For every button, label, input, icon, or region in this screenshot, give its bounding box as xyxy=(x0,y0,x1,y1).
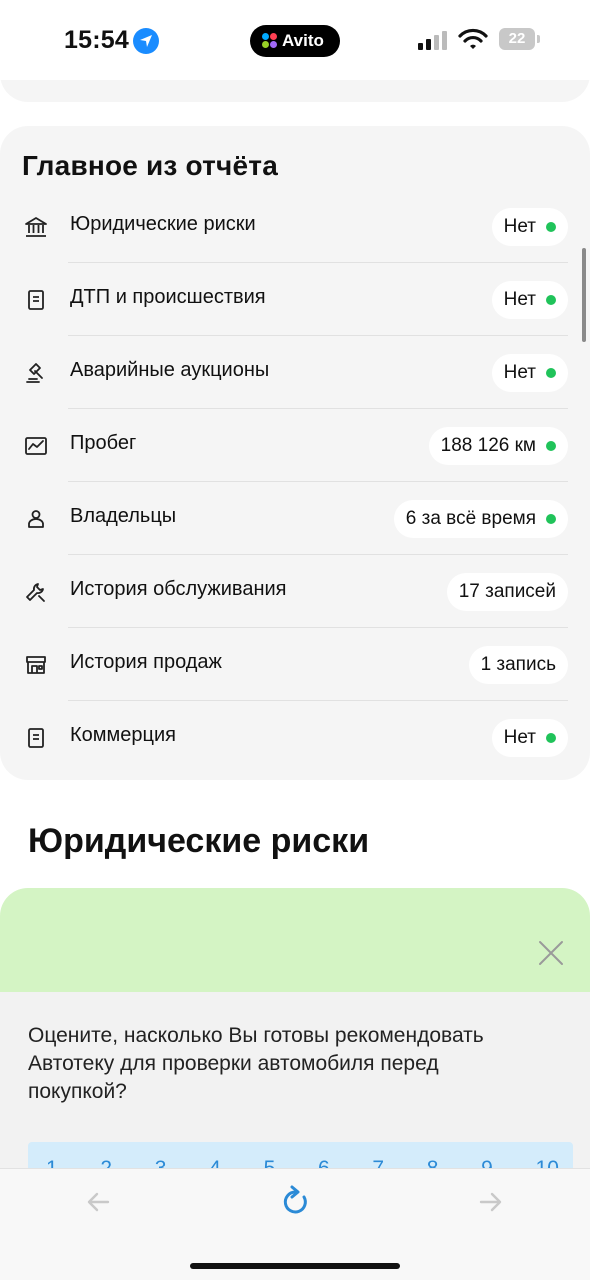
report-row[interactable]: ДТП и происшествия Нет xyxy=(0,263,590,336)
chart-icon xyxy=(24,434,48,458)
report-row[interactable]: Юридические риски Нет xyxy=(0,190,590,263)
rating-question: Оцените, насколько Вы готовы рекомендова… xyxy=(28,1024,484,1103)
report-row-value: Нет xyxy=(503,215,536,237)
report-row-label: История обслуживания xyxy=(70,577,287,600)
report-row-value-badge: 17 записей xyxy=(446,572,568,611)
forward-arrow-icon[interactable] xyxy=(478,1189,504,1220)
report-row-value: Нет xyxy=(503,361,536,383)
report-row-label: Юридические риски xyxy=(70,212,256,235)
gavel-icon xyxy=(24,361,48,385)
document-icon xyxy=(24,288,48,312)
report-row[interactable]: Аварийные аукционы Нет xyxy=(0,336,590,409)
report-row-label: История продаж xyxy=(70,650,222,673)
rating-scale: 1 2 3 4 5 6 7 8 9 10 xyxy=(28,1142,573,1170)
report-row-value: 188 126 км xyxy=(440,434,536,456)
report-row-value-badge: Нет xyxy=(491,353,568,392)
report-summary-title: Главное из отчёта xyxy=(22,150,278,181)
battery-level: 22 xyxy=(499,28,535,50)
report-row-label: Коммерция xyxy=(70,723,176,746)
report-summary-card: Главное из отчёта Юридические риски Нет ДТ… xyxy=(0,126,590,780)
status-ok-dot xyxy=(546,294,556,305)
report-row-value: Нет xyxy=(503,288,536,310)
page-content[interactable]: Главное из отчёта Юридические риски Нет ДТ… xyxy=(0,80,590,1170)
report-row-value: 17 записей xyxy=(458,580,556,602)
report-row[interactable]: Коммерция Нет xyxy=(0,701,590,774)
report-row[interactable]: Пробег 188 126 км xyxy=(0,409,590,482)
shop-icon xyxy=(24,653,48,677)
report-row[interactable]: История обслуживания 17 записей xyxy=(0,555,590,628)
rating-sheet: Оцените, насколько Вы готовы рекомендова… xyxy=(0,992,590,1170)
avito-logo-icon xyxy=(262,33,278,49)
back-arrow-icon[interactable] xyxy=(85,1189,111,1220)
dynamic-island-app-indicator[interactable]: Avito xyxy=(250,25,340,57)
cellular-signal-icon xyxy=(418,30,448,50)
report-row-value-badge: 6 за всё время xyxy=(393,499,568,538)
island-app-label: Avito xyxy=(282,31,324,50)
scrollbar[interactable] xyxy=(582,248,586,342)
report-row-value-badge: Нет xyxy=(491,207,568,246)
report-row-value-badge: Нет xyxy=(491,718,568,757)
report-row-value: 6 за всё время xyxy=(405,507,536,529)
bank-icon xyxy=(24,215,48,239)
wrench-icon xyxy=(24,580,48,604)
report-row[interactable]: История продаж 1 запись xyxy=(0,628,590,701)
status-ok-dot xyxy=(546,732,556,743)
status-ok-dot xyxy=(546,221,556,232)
document-icon xyxy=(24,726,48,750)
close-icon[interactable] xyxy=(538,940,564,971)
person-icon xyxy=(24,507,48,531)
report-summary-list: Юридические риски Нет ДТП и происшествия Не… xyxy=(0,190,590,774)
reload-icon[interactable] xyxy=(280,1185,310,1224)
report-row-label: Аварийные аукционы xyxy=(70,358,270,381)
report-row-label: Пробег xyxy=(70,431,137,454)
status-ok-dot xyxy=(546,513,556,524)
status-ok-dot xyxy=(546,440,556,451)
location-arrow-icon xyxy=(133,28,159,54)
home-indicator[interactable] xyxy=(190,1263,400,1269)
wifi-icon xyxy=(458,28,488,55)
report-row-label: ДТП и происшествия xyxy=(70,285,266,308)
previous-card-bottom xyxy=(0,80,590,102)
browser-toolbar xyxy=(0,1168,590,1280)
legal-risks-section-title: Юридические риски xyxy=(28,822,370,860)
status-time: 15:54 xyxy=(64,26,129,54)
report-row-value: 1 запись xyxy=(480,653,556,675)
status-bar: 15:54 Avito 22 xyxy=(0,0,590,80)
report-row-value: Нет xyxy=(503,726,536,748)
status-ok-dot xyxy=(546,367,556,378)
report-row[interactable]: Владельцы 6 за всё время xyxy=(0,482,590,555)
report-row-label: Владельцы xyxy=(70,504,177,527)
report-row-value-badge: Нет xyxy=(491,280,568,319)
report-row-value-badge: 188 126 км xyxy=(428,426,568,465)
report-row-value-badge: 1 запись xyxy=(468,645,568,684)
battery-tip xyxy=(537,35,540,43)
